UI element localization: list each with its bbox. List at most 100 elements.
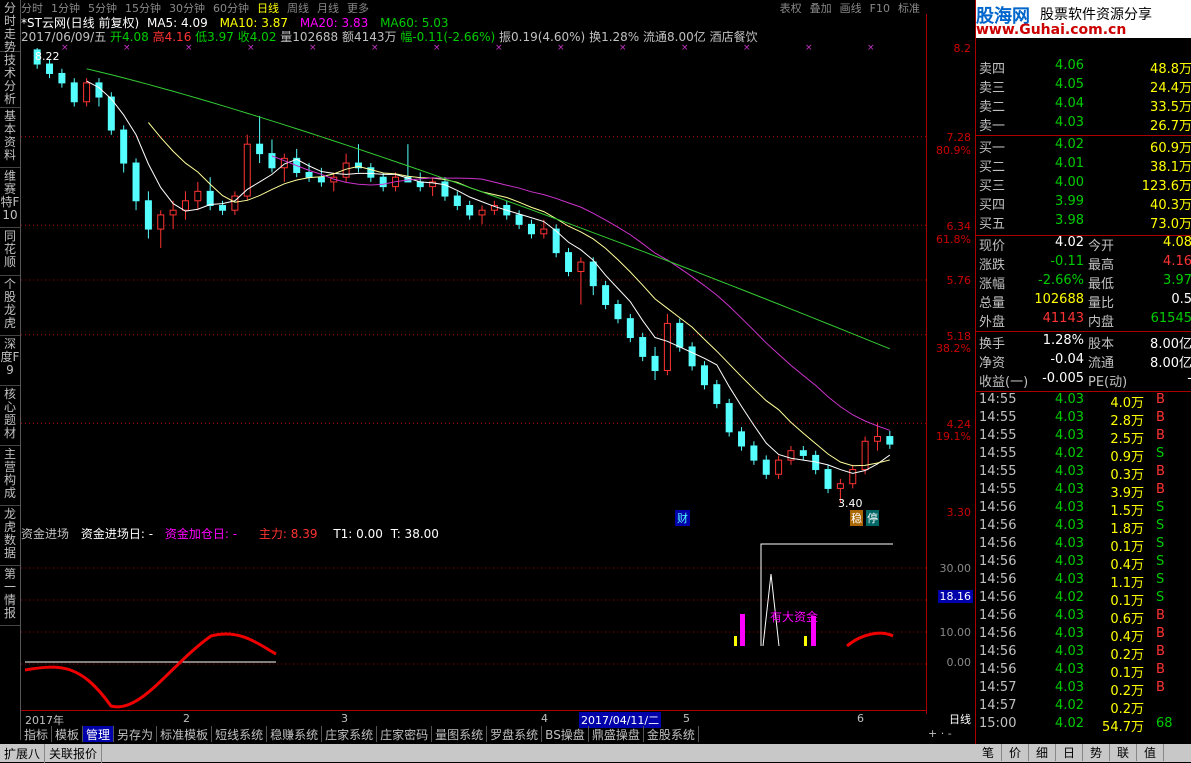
right-tab[interactable]: 笔 bbox=[975, 744, 1002, 761]
tick-price: 4.03 bbox=[1055, 500, 1084, 515]
left-tab[interactable]: 技术分析 bbox=[0, 52, 20, 108]
buy-level[interactable]: 买三 4.00 123.6万 bbox=[976, 175, 1191, 194]
sell-level[interactable]: 卖二 4.04 33.5万 bbox=[976, 96, 1191, 115]
candle-body bbox=[799, 450, 807, 456]
right-tab[interactable]: 价 bbox=[1002, 744, 1029, 761]
quote-value: 102688 bbox=[1034, 292, 1084, 307]
toolbar-button[interactable]: F10 bbox=[870, 2, 890, 13]
left-tab[interactable]: 深度F9 bbox=[0, 336, 20, 386]
quote-value: 0.5 bbox=[1171, 292, 1191, 307]
toolbar-button[interactable]: 标准 bbox=[898, 2, 920, 13]
indicator-tab[interactable]: BS操盘 bbox=[542, 726, 589, 742]
level-volume: 26.7万 bbox=[1150, 119, 1191, 134]
indicator-tab[interactable]: 稳赚系统 bbox=[267, 726, 323, 742]
tick-time: 14:56 bbox=[979, 662, 1017, 677]
candle-body bbox=[317, 176, 325, 183]
indicator-tab[interactable]: 庄家密码 bbox=[377, 726, 433, 742]
candle-body bbox=[824, 469, 832, 489]
level-volume: 33.5万 bbox=[1150, 100, 1191, 115]
period-tab[interactable]: 5分钟 bbox=[88, 2, 117, 13]
indicator-tab[interactable]: 标准模板 bbox=[157, 726, 213, 742]
tick-row: 14:56 4.03 0.4万 B bbox=[976, 626, 1191, 645]
period-tab[interactable]: 60分钟 bbox=[213, 2, 249, 13]
quote-value: 4.08 bbox=[1163, 235, 1191, 250]
indicator-tab[interactable]: 量图系统 bbox=[432, 726, 488, 742]
level-price: 3.98 bbox=[1055, 213, 1084, 228]
right-tab[interactable]: 值 bbox=[1137, 744, 1164, 761]
indicator-tab[interactable]: 短线系统 bbox=[212, 726, 268, 742]
left-tab[interactable]: 第一情报 bbox=[0, 566, 20, 626]
period-tab[interactable]: 日线 bbox=[257, 2, 279, 13]
period-tab[interactable]: 1分钟 bbox=[51, 2, 80, 13]
right-tab[interactable]: 联 bbox=[1110, 744, 1137, 761]
candle-body bbox=[157, 214, 165, 230]
level-label: 卖二 bbox=[979, 100, 1006, 115]
tick-row: 14:56 4.03 0.2万 B bbox=[976, 644, 1191, 663]
left-tab[interactable]: 核心题材 bbox=[0, 386, 20, 446]
tick-time: 14:56 bbox=[979, 554, 1017, 569]
buy-level[interactable]: 买四 3.99 40.3万 bbox=[976, 194, 1191, 213]
tick-side: B bbox=[1156, 392, 1165, 407]
period-tab[interactable]: 分时 bbox=[21, 2, 43, 13]
indicator-tab[interactable]: 庄家系统 bbox=[322, 726, 378, 742]
left-tab[interactable]: 个股龙虎 bbox=[0, 276, 20, 336]
tick-price: 4.03 bbox=[1055, 554, 1084, 569]
tick-volume: 1.8万 bbox=[1110, 522, 1144, 537]
candle-body bbox=[83, 82, 91, 103]
kline-chart[interactable]: × × × × × × × × × × × × × × bbox=[21, 14, 926, 522]
period-tab[interactable]: 月线 bbox=[317, 2, 339, 13]
toolbar-button[interactable]: 画线 bbox=[840, 2, 862, 13]
quote-label: 最低 bbox=[1088, 277, 1115, 292]
tick-time: 14:56 bbox=[979, 572, 1017, 587]
left-tab[interactable]: 基本资料 bbox=[0, 108, 20, 168]
period-tab[interactable]: 30分钟 bbox=[169, 2, 205, 13]
zoom-controls[interactable]: + · - bbox=[928, 727, 952, 740]
quote-label: 净资 bbox=[979, 356, 1006, 371]
buy-level[interactable]: 买二 4.01 38.1万 bbox=[976, 156, 1191, 175]
quote-row: 收益(一)-0.005PE(动)- bbox=[976, 371, 1191, 390]
sell-level[interactable]: 卖四 4.06 48.8万 bbox=[976, 58, 1191, 77]
status-linked-quote[interactable]: 关联报价 bbox=[45, 744, 103, 763]
toolbar-button[interactable]: 表权 bbox=[780, 2, 802, 13]
tick-side: 68 bbox=[1156, 716, 1173, 731]
candle-body bbox=[700, 365, 708, 386]
left-tab[interactable]: 维赛特F10 bbox=[0, 168, 20, 228]
candle-body bbox=[46, 63, 54, 74]
indicator-tab[interactable]: 另存为 bbox=[114, 726, 158, 742]
candle-body bbox=[453, 195, 461, 206]
status-extend[interactable]: 扩展八 bbox=[0, 744, 46, 763]
low-price-label: 3.40 bbox=[838, 497, 863, 510]
quote-row: 涨跌 -0.11 最高 4.16 bbox=[976, 254, 1191, 273]
buy-level[interactable]: 买五 3.98 73.0万 bbox=[976, 213, 1191, 232]
right-tab[interactable]: 日 bbox=[1056, 744, 1083, 761]
indicator-tab[interactable]: 罗盘系统 bbox=[487, 726, 543, 742]
buy-level[interactable]: 买一 4.02 60.9万 bbox=[976, 137, 1191, 156]
indicator-title: 资金进场 bbox=[21, 527, 70, 541]
sell-level[interactable]: 卖三 4.05 24.4万 bbox=[976, 77, 1191, 96]
tick-price: 4.02 bbox=[1055, 590, 1084, 605]
tick-volume: 0.6万 bbox=[1110, 612, 1144, 627]
indicator-tab[interactable]: 鼎盛操盘 bbox=[589, 726, 644, 742]
indicator-tab[interactable]: 金股系统 bbox=[644, 726, 699, 742]
tick-time: 14:56 bbox=[979, 518, 1017, 533]
tick-volume: 0.1万 bbox=[1110, 540, 1144, 555]
indicator-tab[interactable]: 管理 bbox=[83, 726, 115, 742]
period-tab[interactable]: 周线 bbox=[287, 2, 309, 13]
indicator-tab[interactable]: 模板 bbox=[52, 726, 84, 742]
tick-price: 4.03 bbox=[1055, 518, 1084, 533]
left-tab[interactable]: 龙虎数据 bbox=[0, 506, 20, 566]
quote-value: -0.04 bbox=[1050, 352, 1084, 367]
left-tab[interactable]: 主营构成 bbox=[0, 446, 20, 506]
sell-level[interactable]: 卖一 4.03 26.7万 bbox=[976, 115, 1191, 134]
candle-body bbox=[873, 436, 881, 442]
tick-volume: 0.1万 bbox=[1110, 666, 1144, 681]
period-tab[interactable]: 15分钟 bbox=[125, 2, 161, 13]
indicator-tab[interactable]: 指标 bbox=[21, 726, 53, 742]
right-tab[interactable]: 细 bbox=[1029, 744, 1056, 761]
period-tab[interactable]: 更多 bbox=[347, 2, 369, 13]
left-tab[interactable]: 同花顺 bbox=[0, 228, 20, 276]
left-tab[interactable]: 分时走势 bbox=[0, 0, 20, 54]
toolbar-button[interactable]: 叠加 bbox=[810, 2, 832, 13]
fib-label: 38.2% bbox=[936, 342, 971, 355]
right-tab[interactable]: 势 bbox=[1083, 744, 1110, 761]
